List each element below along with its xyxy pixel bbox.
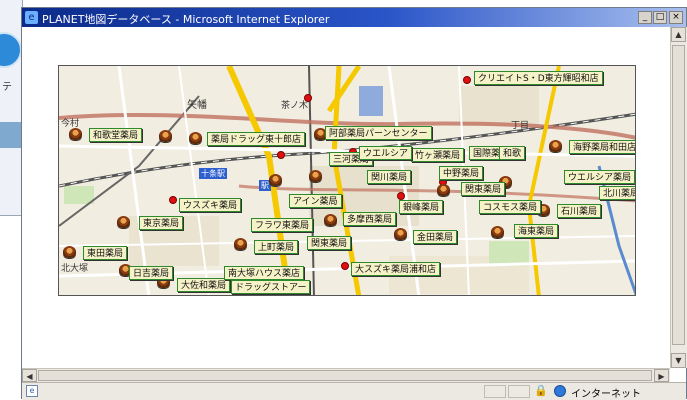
pharmacy-label[interactable]: 阿部薬局パーンセンター [325, 126, 432, 140]
pharmacy-label[interactable]: 金田薬局 [413, 230, 458, 244]
pharmacy-label[interactable]: 竹ヶ瀬薬局 [411, 148, 465, 162]
pharmacy-label[interactable]: コスモス薬局 [479, 200, 542, 214]
pharmacy-label[interactable]: ウスズキ薬局 [179, 198, 242, 212]
window-title: PLANET地図データベース - Microsoft Internet Expl… [42, 13, 330, 26]
vertical-scroll-thumb[interactable] [672, 45, 685, 345]
pharmacy-pin-icon[interactable] [394, 228, 407, 240]
pharmacy-label[interactable]: 関東薬局 [461, 182, 506, 196]
pharmacy-label[interactable]: 上町薬局 [254, 240, 299, 254]
pharmacy-label[interactable]: 大スズキ薬局浦和店 [351, 262, 441, 276]
pharmacy-label[interactable]: ウエルシア薬局 [564, 170, 635, 184]
map-marker-dot[interactable] [341, 262, 349, 270]
page-done-icon: e [26, 385, 38, 397]
map-marker-dot[interactable] [169, 196, 177, 204]
pharmacy-pin-icon[interactable] [324, 214, 337, 226]
pharmacy-label[interactable]: 日吉薬局 [129, 266, 174, 280]
pharmacy-label[interactable]: 関東薬局 [307, 236, 352, 250]
status-bar: e 🔒 インターネット [22, 382, 686, 400]
app-logo-icon [0, 32, 22, 68]
horizontal-scrollbar[interactable]: ◀ ▶ [22, 368, 670, 383]
pharmacy-pin-icon[interactable] [63, 246, 76, 258]
close-button[interactable]: × [669, 11, 683, 24]
pharmacy-label[interactable]: 和歌 [499, 146, 526, 160]
pharmacy-label[interactable]: 薬局ドラッグ東十郎店 [207, 132, 306, 146]
pharmacy-pin-icon[interactable] [437, 184, 450, 196]
pharmacy-label[interactable]: 東田薬局 [83, 246, 128, 260]
pharmacy-pin-icon[interactable] [117, 216, 130, 228]
map-marker-dot[interactable] [463, 76, 471, 84]
pharmacy-label[interactable]: 中野薬局 [439, 166, 484, 180]
pharmacy-label[interactable]: 多摩西薬局 [343, 212, 397, 226]
station-tag: 十条駅 [199, 168, 227, 179]
place-name: 丁目 [511, 121, 530, 131]
pharmacy-label[interactable]: 関川薬局 [367, 170, 412, 184]
pharmacy-pin-icon[interactable] [189, 132, 202, 144]
scroll-down-arrow-icon[interactable]: ▼ [671, 353, 686, 368]
place-name: 今村 [61, 119, 80, 129]
pharmacy-pin-icon[interactable] [269, 174, 282, 186]
pharmacy-label[interactable]: 大佐和薬局 [177, 278, 231, 292]
minimize-button[interactable]: _ [638, 11, 652, 24]
pharmacy-label[interactable]: 南大塚ハウス薬店 [224, 266, 305, 280]
internet-globe-icon [554, 385, 566, 397]
pharmacy-label[interactable]: 海東薬局 [514, 224, 559, 238]
lock-icon: 🔒 [534, 384, 548, 397]
pharmacy-pin-icon[interactable] [159, 130, 172, 142]
pharmacy-label[interactable]: 北川薬局 [599, 186, 635, 200]
pharmacy-label[interactable]: 和歌堂薬局 [89, 128, 143, 142]
security-zone-label: インターネット [571, 389, 641, 400]
place-name: 矢幡 [187, 100, 207, 111]
background-text: テ [2, 82, 12, 93]
maximize-button[interactable]: □ [653, 11, 667, 24]
map-marker-dot[interactable] [397, 192, 405, 200]
scroll-up-arrow-icon[interactable]: ▲ [671, 27, 686, 42]
map-marker-dot[interactable] [304, 94, 312, 102]
ie-logo-icon: e [25, 11, 38, 24]
pharmacy-pin-icon[interactable] [549, 140, 562, 152]
scroll-right-arrow-icon[interactable]: ▶ [654, 369, 669, 382]
pharmacy-label[interactable]: 銀峰薬局 [399, 200, 444, 214]
pharmacy-label[interactable]: ドラッグストアー [231, 280, 311, 294]
pharmacy-pin-icon[interactable] [234, 238, 247, 250]
horizontal-scroll-thumb[interactable] [38, 370, 652, 381]
pharmacy-label[interactable]: ウエルシア [359, 146, 413, 160]
pharmacy-label[interactable]: フラワ東薬局 [251, 218, 314, 232]
scroll-left-arrow-icon[interactable]: ◀ [22, 369, 37, 382]
pharmacy-label[interactable]: クリエイトS・D東方輝昭和店 [474, 71, 603, 85]
status-cell [508, 385, 530, 398]
pharmacy-map[interactable]: 矢幡 茶ノ木 今村 丁目 北大塚 十条駅 駅 和歌堂薬局 薬局ドラッグ東十郎店 … [58, 65, 636, 296]
map-base [59, 66, 635, 295]
background-band [0, 122, 22, 148]
pharmacy-label[interactable]: 石川薬局 [557, 204, 602, 218]
status-cell [484, 385, 506, 398]
pharmacy-pin-icon[interactable] [491, 226, 504, 238]
pharmacy-pin-icon[interactable] [309, 170, 322, 182]
vertical-scrollbar[interactable]: ▲ ▼ [670, 27, 687, 368]
pharmacy-label[interactable]: アイン薬局 [289, 194, 342, 208]
title-bar[interactable]: e PLANET地図データベース - Microsoft Internet Ex… [22, 8, 686, 27]
browser-window: e PLANET地図データベース - Microsoft Internet Ex… [21, 7, 687, 400]
pharmacy-label[interactable]: 東京薬局 [139, 216, 184, 230]
map-marker-dot[interactable] [277, 151, 285, 159]
background-window: テ [0, 0, 23, 216]
place-name: 北大塚 [61, 264, 89, 274]
pharmacy-label[interactable]: 海野薬局和田店 [569, 140, 635, 154]
pharmacy-pin-icon[interactable] [69, 128, 82, 140]
